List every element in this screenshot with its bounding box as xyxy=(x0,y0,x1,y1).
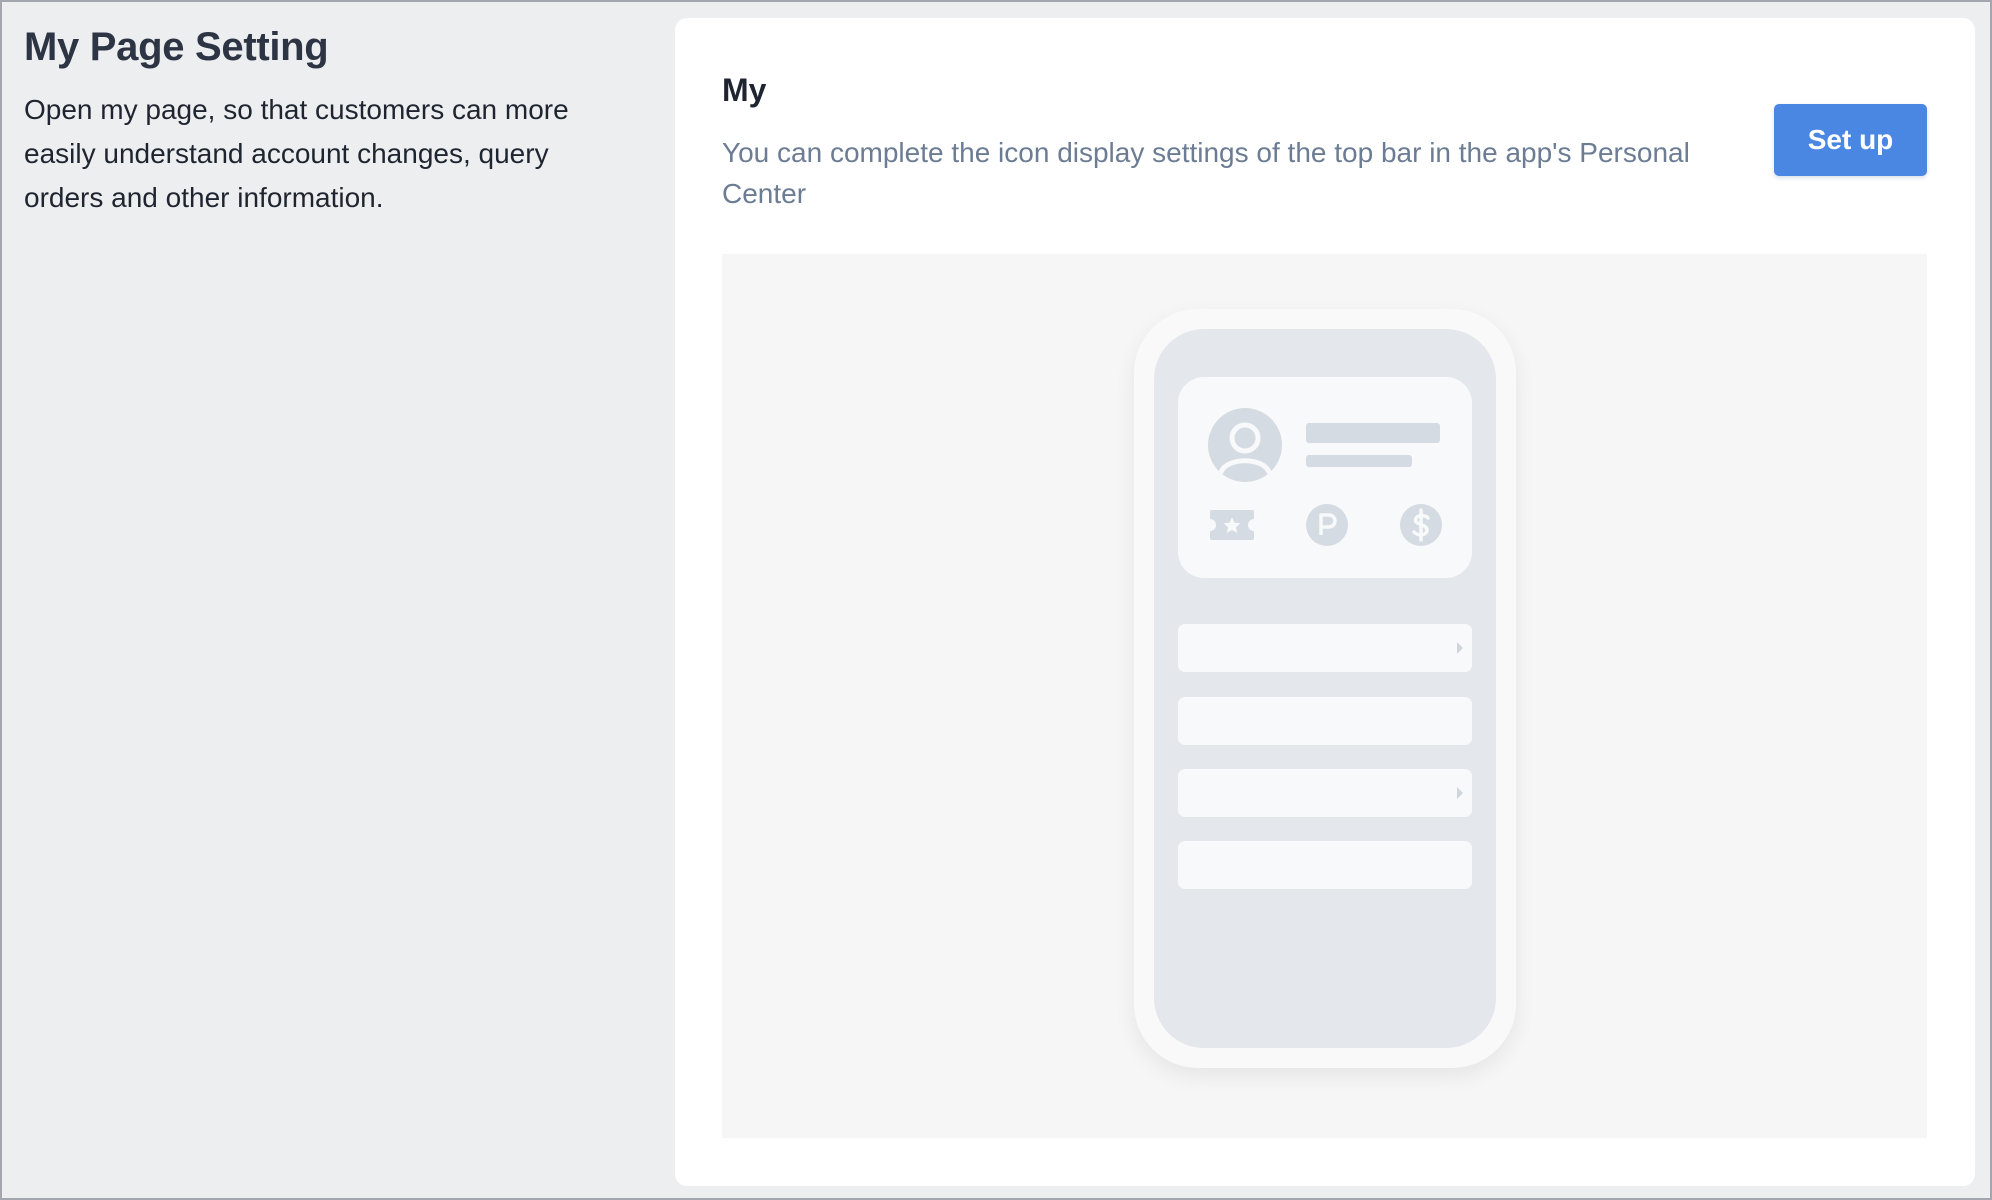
points-p-icon xyxy=(1306,504,1348,546)
avatar-icon xyxy=(1208,408,1282,482)
menu-row xyxy=(1178,841,1472,889)
profile-card xyxy=(1178,377,1472,578)
menu-row xyxy=(1178,697,1472,745)
menu-row xyxy=(1178,624,1472,672)
phone-mockup xyxy=(1134,309,1516,1068)
set-up-button[interactable]: Set up xyxy=(1774,104,1927,176)
card-description: You can complete the icon display settin… xyxy=(722,137,1690,209)
phone-preview-area xyxy=(722,254,1927,1138)
menu-row xyxy=(1178,769,1472,817)
card-title: My xyxy=(722,72,767,108)
chevron-right-icon xyxy=(1457,642,1463,654)
settings-card: My You can complete the icon display set… xyxy=(675,18,1975,1186)
dollar-icon xyxy=(1400,504,1442,546)
left-panel: My Page Setting Open my page, so that cu… xyxy=(24,22,624,220)
phone-screen xyxy=(1154,329,1496,1048)
page-description: Open my page, so that customers can more… xyxy=(24,94,569,213)
page-title: My Page Setting xyxy=(24,25,329,69)
profile-name-placeholder xyxy=(1306,423,1440,443)
chevron-right-icon xyxy=(1457,787,1463,799)
profile-subtitle-placeholder xyxy=(1306,455,1412,467)
coupon-ticket-icon xyxy=(1210,510,1254,540)
